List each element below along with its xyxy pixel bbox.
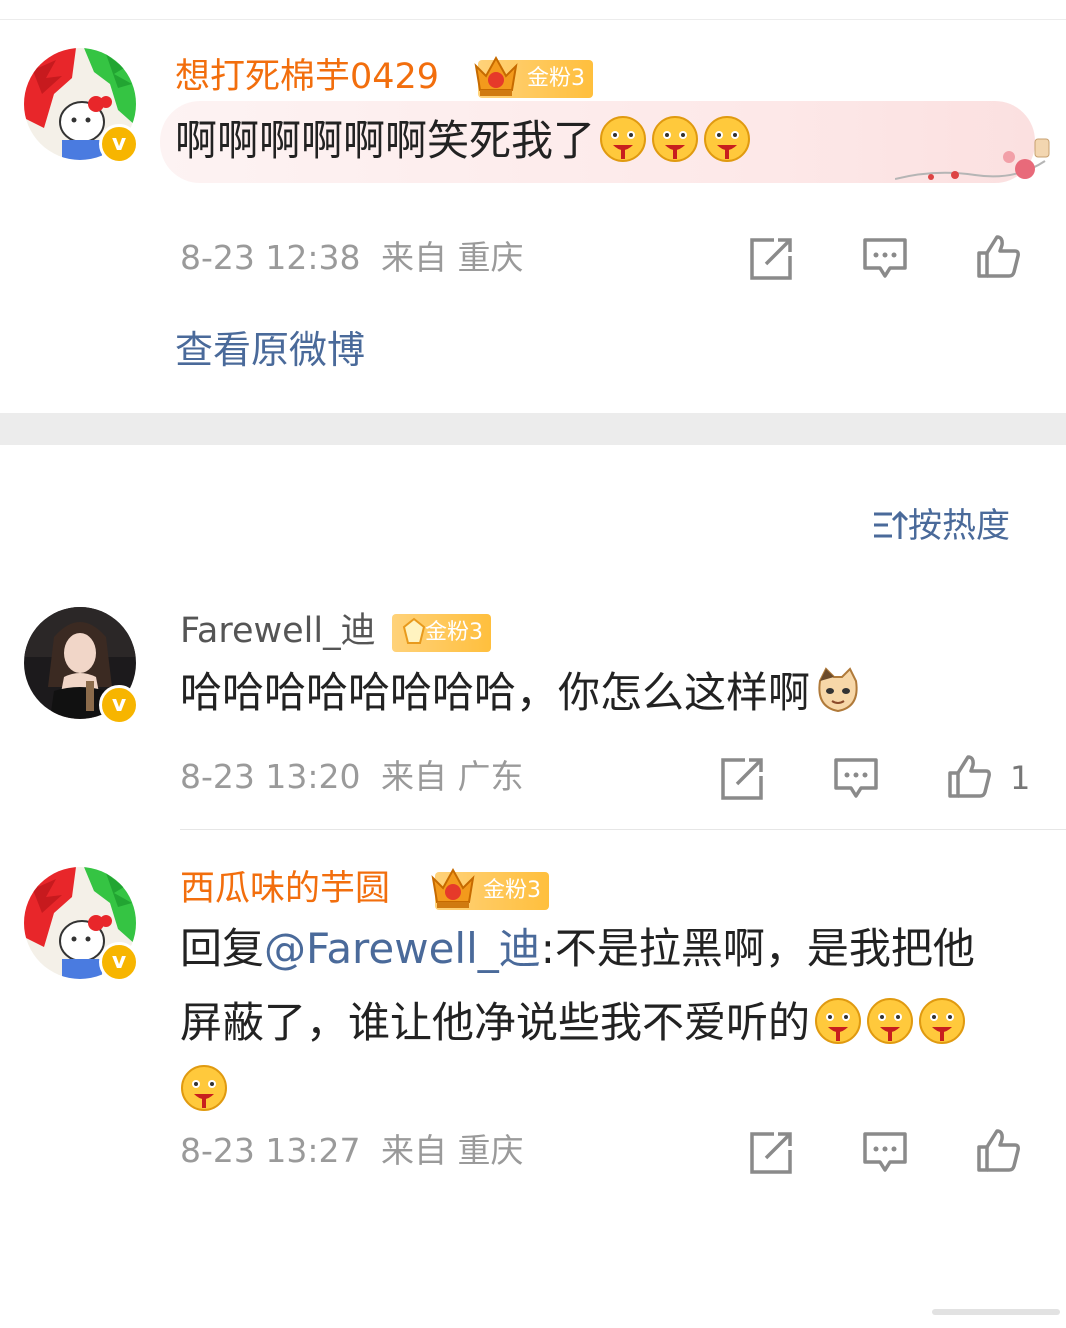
- emoji-icon: [867, 998, 914, 1044]
- reply-divider: [180, 829, 1066, 830]
- fan-badge[interactable]: 金粉3: [431, 867, 549, 910]
- username[interactable]: Farewell_迪: [180, 609, 376, 653]
- sort-label: 按热度: [908, 506, 1010, 546]
- comment-icon[interactable]: [862, 1130, 908, 1176]
- comment-text: 哈哈哈哈哈哈哈哈，你怎么这样啊: [180, 656, 862, 730]
- comment-body: 屏蔽了，谁让他净说些我不爱听的: [180, 998, 811, 1047]
- emoji-icon: [704, 116, 751, 162]
- timestamp: 8-23 12:38: [180, 238, 361, 277]
- username[interactable]: 想打死棉芋0429: [175, 55, 439, 99]
- comment-body: :不是拉黑啊，是我把他: [540, 924, 975, 973]
- fan-badge[interactable]: 金粉3: [392, 614, 491, 652]
- emoji-icon: [600, 116, 647, 162]
- timestamp: 8-23 13:27: [180, 1131, 361, 1170]
- location: 来自 重庆: [381, 238, 524, 277]
- like-icon[interactable]: [946, 753, 992, 799]
- comment-line-2: 屏蔽了，谁让他净说些我不爱听的: [180, 986, 1020, 1060]
- emoji-icon: [181, 1065, 227, 1111]
- verified-icon: v: [99, 942, 139, 982]
- emoji-icon: [652, 116, 699, 162]
- fan-badge-label: 金粉3: [527, 66, 585, 91]
- verified-icon: v: [99, 685, 139, 725]
- sort-by-hot-button[interactable]: 按热度: [872, 504, 1010, 548]
- repost-icon[interactable]: [748, 1130, 794, 1176]
- fan-badge-label: 金粉3: [483, 878, 541, 903]
- comment-body: 啊啊啊啊啊啊笑死我了: [175, 116, 596, 165]
- timestamp: 8-23 13:20: [180, 757, 361, 796]
- comment-1: v 想打死棉芋0429 金粉3 啊啊啊啊啊啊笑死我了 8-23 12:38 来自…: [0, 0, 1066, 413]
- fan-crown-icon: [474, 55, 518, 96]
- verified-icon: v: [99, 124, 139, 164]
- comment-meta: 8-23 12:38 来自 重庆: [180, 238, 524, 278]
- comment-line-3: [180, 1060, 1020, 1120]
- location: 来自 重庆: [381, 1131, 524, 1170]
- comment-body: 哈哈哈哈哈哈哈哈，你怎么这样啊: [180, 668, 811, 717]
- emoji-icon: [815, 998, 862, 1044]
- view-original-post-link[interactable]: 查看原微博: [175, 325, 365, 375]
- comment-line-1: 回复@Farewell_迪:不是拉黑啊，是我把他: [180, 912, 1020, 986]
- comment-meta: 8-23 13:27 来自 重庆: [180, 1131, 524, 1171]
- like-icon[interactable]: [975, 1127, 1021, 1173]
- like-icon[interactable]: [975, 233, 1021, 279]
- comment-icon[interactable]: [833, 756, 879, 802]
- location: 来自 广东: [381, 757, 524, 796]
- sort-icon: [874, 510, 909, 539]
- repost-icon[interactable]: [719, 756, 765, 802]
- like-count: 1: [1010, 759, 1031, 797]
- reply-prefix: 回复: [180, 924, 265, 973]
- flower-decoration-icon: [895, 138, 1050, 180]
- comment-text: 啊啊啊啊啊啊笑死我了: [175, 104, 751, 178]
- fan-badge-label: 金粉3: [425, 620, 483, 645]
- comment-icon[interactable]: [862, 236, 908, 282]
- mention-link[interactable]: @Farewell_迪: [264, 924, 541, 973]
- repost-icon[interactable]: [748, 236, 794, 282]
- section-separator: [0, 413, 1066, 445]
- cat-face-icon: [818, 667, 858, 713]
- comment-text: 回复@Farewell_迪:不是拉黑啊，是我把他 屏蔽了，谁让他净说些我不爱听的: [180, 912, 1020, 1120]
- home-indicator: [932, 1309, 1060, 1315]
- fan-badge[interactable]: 金粉3: [474, 55, 593, 98]
- username[interactable]: 西瓜味的芋圆: [180, 867, 390, 911]
- fan-crown-icon: [431, 867, 475, 908]
- emoji-icon: [919, 998, 966, 1044]
- comment-meta: 8-23 13:20 来自 广东: [180, 757, 524, 797]
